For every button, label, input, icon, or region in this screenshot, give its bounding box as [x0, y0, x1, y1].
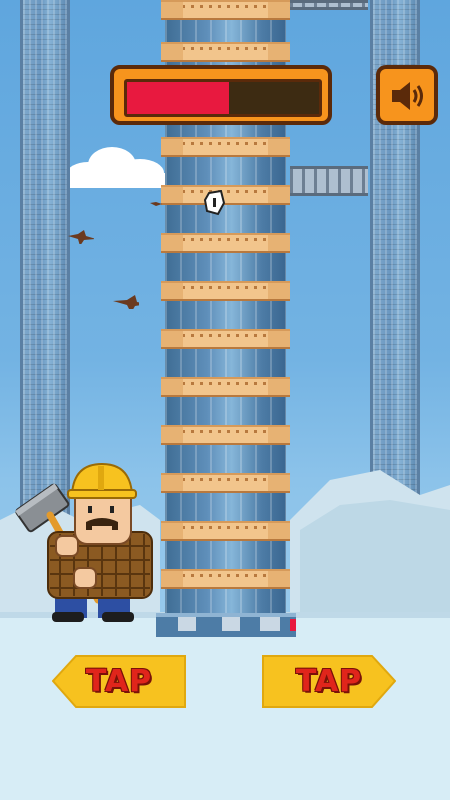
tap-right-button[interactable]: TAP	[262, 655, 396, 708]
tower-base	[156, 613, 296, 637]
tap-left-button[interactable]: TAP	[52, 655, 186, 708]
tower-branch	[290, 166, 368, 196]
bird	[113, 295, 139, 309]
tap-right-label: TAP	[295, 664, 363, 699]
tower-branch	[290, 0, 368, 10]
sound-button[interactable]	[376, 65, 438, 125]
bird	[68, 230, 94, 244]
player-worker	[15, 462, 153, 622]
game-scene[interactable]: TAP TAP	[0, 0, 450, 800]
speaker-icon	[392, 82, 423, 110]
tap-left-label: TAP	[85, 664, 153, 699]
bird	[150, 202, 162, 206]
debris	[204, 190, 226, 216]
time-bar-track	[124, 79, 322, 117]
time-bar-fill	[127, 82, 229, 114]
time-bar	[110, 65, 332, 125]
